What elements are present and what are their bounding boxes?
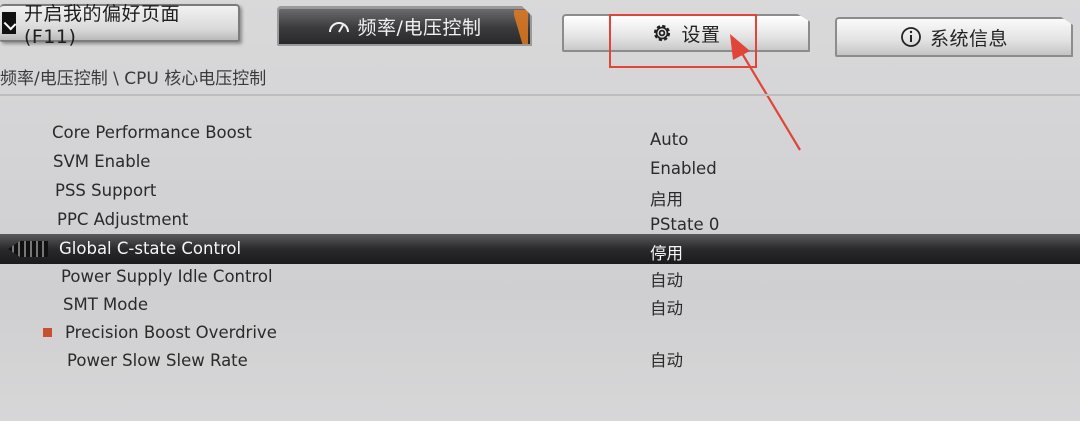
setting-row-smt-mode[interactable]: SMT Mode 自动 — [0, 291, 1080, 319]
checkbox-icon — [2, 12, 16, 34]
setting-row-core-performance-boost[interactable]: Core Performance Boost Auto — [0, 118, 1080, 149]
gauge-icon — [328, 22, 349, 33]
setting-label: SVM Enable — [53, 152, 151, 171]
setting-row-svm-enable[interactable]: SVM Enable Enabled — [0, 147, 1080, 178]
setting-row-power-slow-slew-rate[interactable]: Power Slow Slew Rate 自动 — [0, 347, 1080, 375]
setting-row-pss-support[interactable]: PSS Support 启用 — [0, 176, 1080, 209]
selection-marker — [8, 241, 48, 257]
setting-value[interactable]: 停用 — [650, 240, 683, 264]
divider — [0, 94, 1080, 96]
setting-value[interactable]: PState 0 — [650, 215, 719, 234]
setting-row-precision-boost-overdrive[interactable]: Precision Boost Overdrive — [0, 319, 1080, 347]
setting-value[interactable]: 自动 — [650, 267, 683, 291]
submenu-bullet-icon — [43, 328, 52, 337]
setting-label: Global C-state Control — [59, 239, 242, 258]
tab-system-info-label: 系统信息 — [929, 27, 1008, 50]
tab-frequency-label: 频率/电压控制 — [357, 16, 482, 39]
setting-value[interactable]: 自动 — [650, 347, 683, 371]
top-tab-bar: 开启我的偏好页面 (F11) 频率/电压控制 设置 系统信息 — [0, 0, 1080, 58]
setting-label: Core Performance Boost — [52, 123, 252, 142]
setting-label: PPC Adjustment — [57, 210, 189, 229]
setting-row-power-supply-idle-control[interactable]: Power Supply Idle Control 自动 — [0, 263, 1080, 291]
tab-favorite-label: 开启我的偏好页面 (F11) — [23, 2, 180, 48]
setting-label: Power Supply Idle Control — [61, 267, 273, 286]
breadcrumb: 频率/电压控制 \ CPU 核心电压控制 — [0, 69, 267, 89]
setting-row-ppc-adjustment[interactable]: PPC Adjustment PState 0 — [0, 205, 1080, 234]
tab-frequency-voltage[interactable]: 频率/电压控制 — [277, 6, 532, 46]
info-icon — [901, 27, 921, 47]
setting-row-global-cstate-control[interactable]: Global C-state Control 停用 — [0, 234, 1080, 264]
tab-favorite-page[interactable]: 开启我的偏好页面 (F11) — [0, 3, 240, 48]
setting-label: PSS Support — [55, 181, 157, 200]
setting-label: SMT Mode — [63, 295, 148, 314]
setting-label: Precision Boost Overdrive — [65, 323, 277, 342]
tab-system-info[interactable]: 系统信息 — [835, 17, 1073, 57]
annotation-highlight-box — [609, 14, 757, 68]
setting-value[interactable]: 自动 — [650, 295, 683, 319]
setting-label: Power Slow Slew Rate — [67, 351, 248, 370]
